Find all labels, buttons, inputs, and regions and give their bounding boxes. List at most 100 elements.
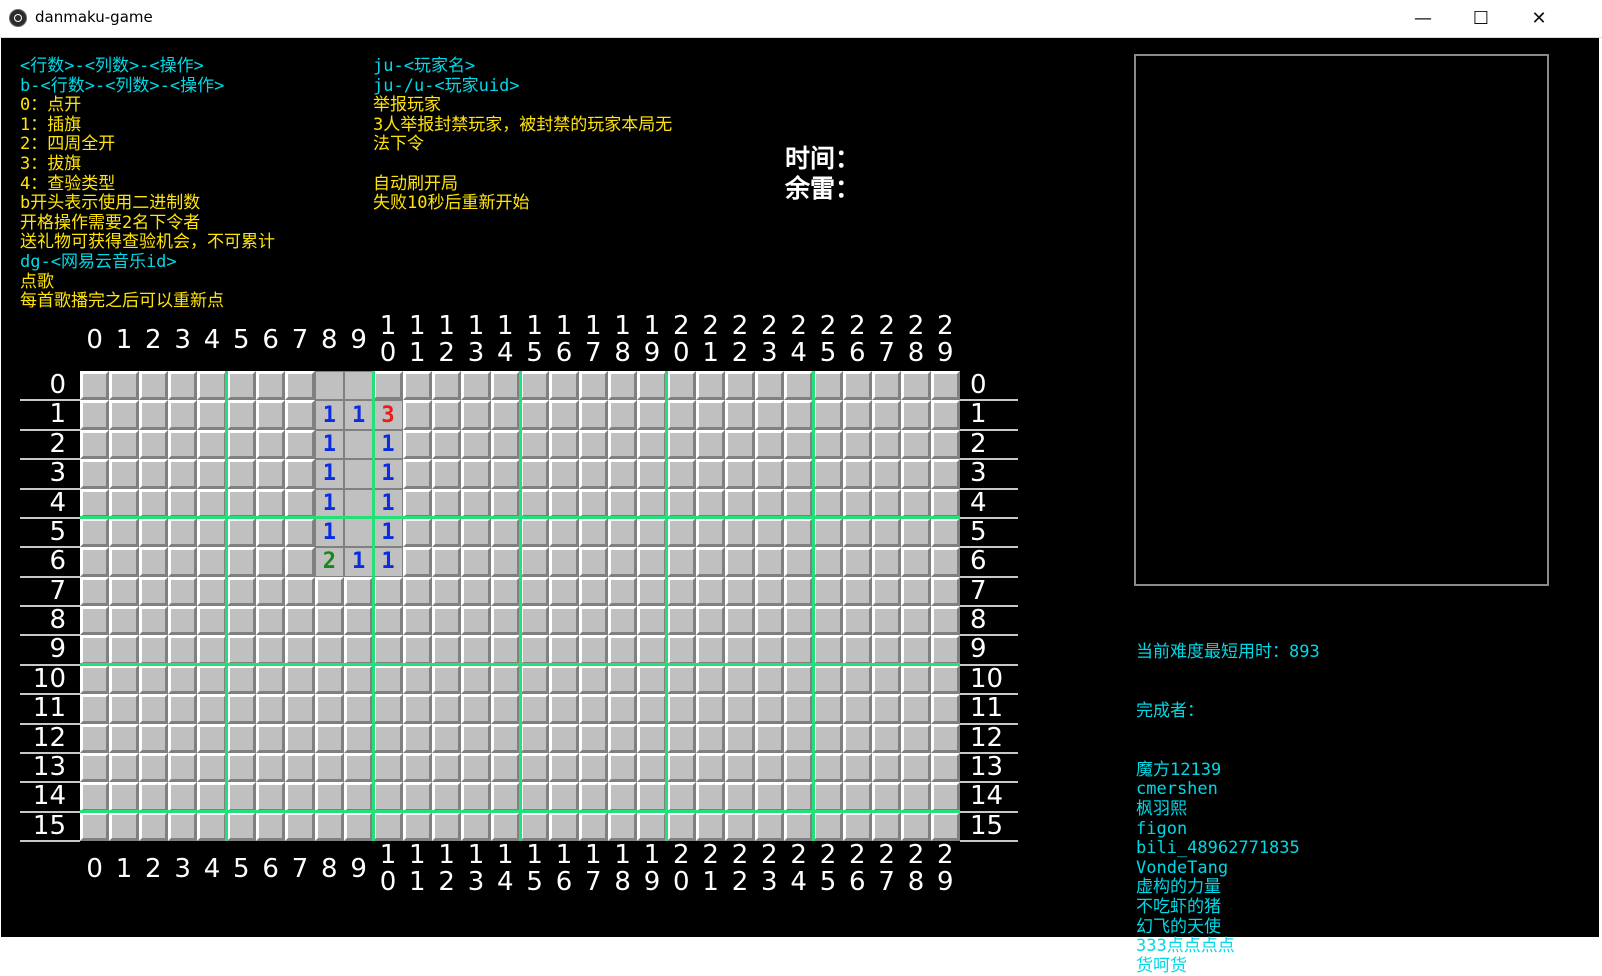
- board-cell[interactable]: [490, 782, 520, 812]
- board-cell[interactable]: [608, 664, 638, 695]
- board-cell[interactable]: [461, 488, 491, 518]
- board-cell[interactable]: [109, 752, 139, 783]
- board-cell[interactable]: 1: [373, 429, 403, 460]
- board-cell[interactable]: [608, 371, 638, 401]
- board-cell[interactable]: [549, 488, 579, 518]
- board-cell[interactable]: [373, 371, 403, 401]
- board-cell[interactable]: [314, 694, 344, 724]
- board-cell[interactable]: [461, 547, 491, 577]
- board-cell[interactable]: [138, 606, 168, 636]
- board-cell[interactable]: [754, 517, 784, 548]
- board-cell[interactable]: [256, 576, 286, 606]
- board-cell[interactable]: [754, 664, 784, 695]
- board-cell[interactable]: [80, 782, 110, 812]
- board-cell[interactable]: [197, 429, 227, 460]
- board-cell[interactable]: [520, 459, 550, 489]
- board-cell[interactable]: [490, 664, 520, 695]
- board-cell[interactable]: [608, 517, 638, 548]
- board-cell[interactable]: [256, 723, 286, 753]
- board-cell[interactable]: [784, 664, 814, 695]
- board-cell[interactable]: 1: [344, 547, 374, 577]
- board-cell[interactable]: [549, 606, 579, 636]
- board-cell[interactable]: [432, 459, 462, 489]
- board-cell[interactable]: [432, 547, 462, 577]
- board-cell[interactable]: [138, 371, 168, 401]
- board-cell[interactable]: [549, 782, 579, 812]
- board-cell[interactable]: [549, 400, 579, 430]
- board-cell[interactable]: [666, 400, 696, 430]
- board-cell[interactable]: [637, 488, 667, 518]
- board-cell[interactable]: [256, 694, 286, 724]
- board-cell[interactable]: [872, 606, 902, 636]
- board-cell[interactable]: [725, 664, 755, 695]
- board-cell[interactable]: [725, 400, 755, 430]
- board-cell[interactable]: [901, 488, 931, 518]
- board-cell[interactable]: [520, 664, 550, 695]
- board-cell[interactable]: [930, 664, 960, 695]
- board-cell[interactable]: [168, 782, 198, 812]
- board-cell[interactable]: [666, 606, 696, 636]
- board-cell[interactable]: [168, 606, 198, 636]
- board-cell[interactable]: [197, 400, 227, 430]
- board-cell[interactable]: [578, 429, 608, 460]
- board-cell[interactable]: 1: [373, 488, 403, 518]
- board-cell[interactable]: [256, 664, 286, 695]
- board-cell[interactable]: [402, 694, 432, 724]
- board-cell[interactable]: [813, 752, 843, 783]
- board-cell[interactable]: [432, 694, 462, 724]
- board-cell[interactable]: [784, 488, 814, 518]
- board-cell[interactable]: [314, 635, 344, 665]
- board-cell[interactable]: [256, 635, 286, 665]
- board-cell[interactable]: [226, 811, 256, 841]
- board-cell[interactable]: [725, 576, 755, 606]
- board-cell[interactable]: [520, 371, 550, 401]
- board-cell[interactable]: [754, 811, 784, 841]
- board-cell[interactable]: [402, 635, 432, 665]
- board-cell[interactable]: [109, 488, 139, 518]
- board-cell[interactable]: [138, 811, 168, 841]
- board-cell[interactable]: [109, 723, 139, 753]
- board-cell[interactable]: [901, 635, 931, 665]
- board-cell[interactable]: [784, 459, 814, 489]
- board-cell[interactable]: [696, 488, 726, 518]
- board-cell[interactable]: [608, 635, 638, 665]
- board-cell[interactable]: [784, 782, 814, 812]
- board-cell[interactable]: [432, 400, 462, 430]
- board-cell[interactable]: [696, 723, 726, 753]
- board-cell[interactable]: [461, 400, 491, 430]
- board-cell[interactable]: [432, 782, 462, 812]
- board-cell[interactable]: [197, 459, 227, 489]
- board-cell[interactable]: [314, 782, 344, 812]
- board-cell[interactable]: [109, 517, 139, 548]
- board-cell[interactable]: [813, 635, 843, 665]
- board-cell[interactable]: [901, 429, 931, 460]
- board-cell[interactable]: [520, 606, 550, 636]
- board-cell[interactable]: [226, 488, 256, 518]
- board-cell[interactable]: [432, 371, 462, 401]
- board-cell[interactable]: [666, 635, 696, 665]
- board-cell[interactable]: [549, 459, 579, 489]
- board-cell[interactable]: [608, 576, 638, 606]
- board-cell[interactable]: [842, 752, 872, 783]
- board-cell[interactable]: [549, 517, 579, 548]
- board-cell[interactable]: [373, 664, 403, 695]
- maximize-button[interactable]: ☐: [1452, 0, 1510, 37]
- board-cell[interactable]: [109, 429, 139, 460]
- board-cell[interactable]: [696, 400, 726, 430]
- board-cell[interactable]: [637, 811, 667, 841]
- board-cell[interactable]: [549, 576, 579, 606]
- board-cell[interactable]: [168, 429, 198, 460]
- board-cell[interactable]: [490, 606, 520, 636]
- board-cell[interactable]: [872, 547, 902, 577]
- board-cell[interactable]: [226, 664, 256, 695]
- board-cell[interactable]: [930, 488, 960, 518]
- board-cell[interactable]: [549, 752, 579, 783]
- board-cell[interactable]: [754, 723, 784, 753]
- board-cell[interactable]: [725, 429, 755, 460]
- board-cell[interactable]: [608, 752, 638, 783]
- board-cell[interactable]: [373, 782, 403, 812]
- board-cell[interactable]: [842, 694, 872, 724]
- board-cell[interactable]: [666, 576, 696, 606]
- board-cell[interactable]: [754, 459, 784, 489]
- board-cell[interactable]: [461, 723, 491, 753]
